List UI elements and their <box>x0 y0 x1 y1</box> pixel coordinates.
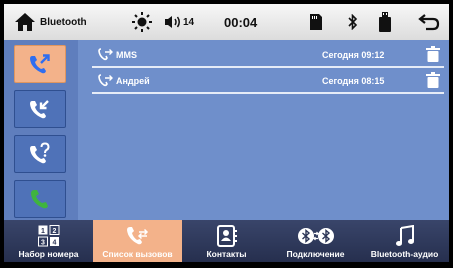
tab-dialpad[interactable]: 1 2 3 4 Набор номера <box>4 220 93 262</box>
tab-contacts[interactable]: Контакты <box>182 220 271 262</box>
answered-calls-button[interactable] <box>14 180 66 218</box>
sd-card-icon <box>310 14 322 30</box>
outgoing-call-icon <box>98 48 113 61</box>
status-bar: Bluetooth 14 00:04 <box>4 4 449 40</box>
call-contact-name: Андрей <box>116 76 150 86</box>
call-timestamp: Сегодня 09:12 <box>322 50 385 60</box>
phone-handset-icon <box>31 190 48 209</box>
bluetooth-phone-screen: Bluetooth 14 00:04 MMS Сегодня 09:12 Анд… <box>4 4 449 262</box>
usb-indicator <box>379 4 391 40</box>
brightness-button[interactable] <box>132 4 152 40</box>
all-calls-button[interactable] <box>14 45 66 83</box>
tab-label: Контакты <box>206 249 247 259</box>
home-button[interactable] <box>14 4 36 40</box>
call-contact-name: MMS <box>116 50 137 60</box>
volume-button[interactable]: 14 <box>164 4 194 40</box>
trash-icon[interactable] <box>426 72 440 88</box>
dialpad-digit: 2 <box>52 228 56 235</box>
dialpad-digit: 1 <box>41 228 45 235</box>
dialpad-icon: 1 2 3 4 <box>4 225 93 247</box>
app-label: Bluetooth <box>40 16 87 28</box>
bluetooth-connect-icon <box>271 225 360 247</box>
call-log-icon <box>93 225 182 247</box>
sd-card-indicator <box>310 4 322 40</box>
tab-label: Подключение <box>286 249 345 259</box>
clock: 00:04 <box>224 14 258 30</box>
tab-label: Список вызовов <box>102 249 173 259</box>
home-icon <box>15 13 35 31</box>
tab-call-log[interactable]: Список вызовов <box>93 220 182 262</box>
call-row[interactable]: MMS Сегодня 09:12 <box>92 44 444 68</box>
bluetooth-icon <box>348 14 358 30</box>
call-row[interactable]: Андрей Сегодня 08:15 <box>92 70 444 94</box>
back-arrow-icon <box>418 14 440 31</box>
back-button[interactable] <box>418 4 440 40</box>
outgoing-call-icon <box>98 74 113 87</box>
tab-label: Bluetooth-аудио <box>370 249 439 259</box>
tab-label: Набор номера <box>18 249 79 259</box>
dialpad-digit: 4 <box>52 240 56 247</box>
usb-drive-icon <box>379 12 391 32</box>
phone-missed-icon <box>30 142 50 164</box>
phone-incoming-icon <box>30 100 49 119</box>
tab-connection[interactable]: Подключение <box>271 220 360 262</box>
trash-icon[interactable] <box>426 46 440 62</box>
tab-bluetooth-audio[interactable]: Bluetooth-аудио <box>360 220 449 262</box>
music-note-icon <box>360 225 449 247</box>
incoming-calls-button[interactable] <box>14 90 66 128</box>
call-filter-sidebar <box>4 40 78 220</box>
contacts-icon <box>182 225 271 247</box>
sun-icon <box>132 12 152 32</box>
dialpad-digit: 3 <box>41 240 45 247</box>
call-history-list: MMS Сегодня 09:12 Андрей Сегодня 08:15 <box>82 40 449 220</box>
call-timestamp: Сегодня 08:15 <box>322 76 385 86</box>
speaker-icon <box>165 16 180 28</box>
volume-level: 14 <box>183 16 195 28</box>
bottom-tab-bar: 1 2 3 4 Набор номера Список вызовов Конт… <box>4 220 449 262</box>
phone-outgoing-icon <box>30 54 50 74</box>
device-frame: Bluetooth 14 00:04 MMS Сегодня 09:12 Анд… <box>0 0 453 268</box>
missed-calls-button[interactable] <box>14 135 66 173</box>
bluetooth-indicator <box>348 4 358 40</box>
